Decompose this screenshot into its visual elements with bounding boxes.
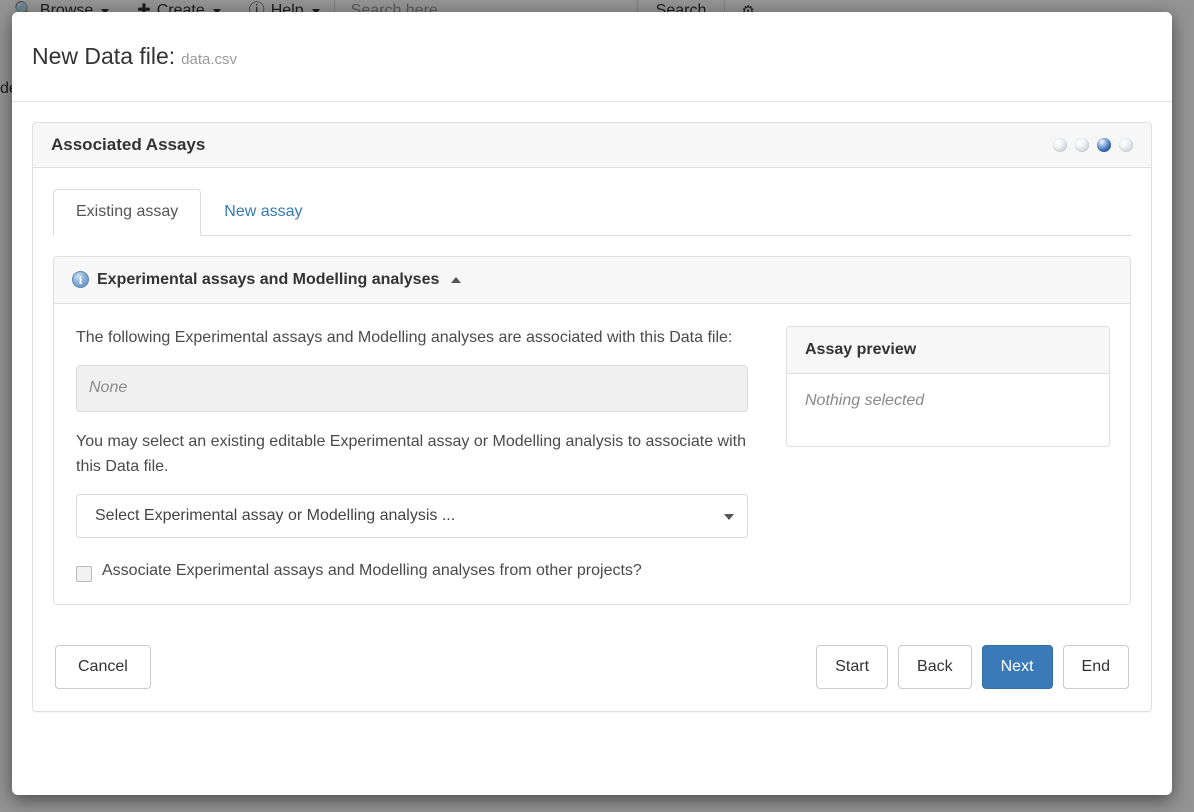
wizard-footer: Cancel Start Back Next End xyxy=(33,625,1151,711)
modal-body: Associated Assays Existing assay New ass… xyxy=(12,102,1172,732)
cancel-button[interactable]: Cancel xyxy=(55,645,151,689)
other-projects-checkbox[interactable] xyxy=(76,566,92,582)
step-dot-2[interactable] xyxy=(1075,138,1089,152)
tab-new-assay[interactable]: New assay xyxy=(201,189,325,236)
modal-title-text: New Data file: xyxy=(32,43,175,69)
step-dot-1[interactable] xyxy=(1053,138,1067,152)
assay-preview-title: Assay preview xyxy=(787,327,1109,374)
assay-tabs: Existing assay New assay xyxy=(53,188,1131,236)
assay-select[interactable]: Select Experimental assay or Modelling a… xyxy=(76,494,748,538)
experimental-assays-panel-title: Experimental assays and Modelling analys… xyxy=(97,271,439,289)
associated-assays-value: None xyxy=(76,365,748,412)
back-button[interactable]: Back xyxy=(898,645,972,689)
panel-body: Existing assay New assay i Experimental … xyxy=(33,168,1151,625)
end-button[interactable]: End xyxy=(1063,645,1129,689)
modal-filename: data.csv xyxy=(181,51,237,68)
other-projects-checkbox-label[interactable]: Associate Experimental assays and Modell… xyxy=(102,562,642,580)
assay-preview-column: Assay preview Nothing selected xyxy=(786,326,1110,582)
new-data-file-modal: New Data file: data.csv Associated Assays… xyxy=(12,12,1172,795)
assay-preview-empty-text: Nothing selected xyxy=(787,374,1109,446)
panel-title: Associated Assays xyxy=(51,135,205,155)
info-icon: i xyxy=(72,271,89,288)
step-dot-3-active[interactable] xyxy=(1097,138,1111,152)
assay-select-wrapper: Select Experimental assay or Modelling a… xyxy=(76,494,748,538)
assay-selection-column: The following Experimental assays and Mo… xyxy=(76,326,748,582)
step-dot-4[interactable] xyxy=(1119,138,1133,152)
wizard-nav-buttons: Start Back Next End xyxy=(816,645,1129,689)
panel-heading: Associated Assays xyxy=(33,123,1151,168)
next-button[interactable]: Next xyxy=(982,645,1053,689)
experimental-assays-panel-body: The following Experimental assays and Mo… xyxy=(54,304,1130,604)
caret-up-icon[interactable] xyxy=(451,277,461,283)
assay-preview-panel: Assay preview Nothing selected xyxy=(786,326,1110,447)
associated-assays-panel: Associated Assays Existing assay New ass… xyxy=(32,122,1152,712)
select-help-text: You may select an existing editable Expe… xyxy=(76,430,748,480)
page-title: New Data file: data.csv xyxy=(32,45,237,68)
other-projects-checkbox-row: Associate Experimental assays and Modell… xyxy=(76,562,748,582)
modal-header: New Data file: data.csv xyxy=(12,12,1172,102)
start-button[interactable]: Start xyxy=(816,645,888,689)
associated-intro-text: The following Experimental assays and Mo… xyxy=(76,326,748,351)
tab-existing-assay[interactable]: Existing assay xyxy=(53,189,201,236)
experimental-assays-panel: i Experimental assays and Modelling anal… xyxy=(53,256,1131,605)
wizard-step-indicator xyxy=(1053,138,1133,152)
experimental-assays-panel-heading[interactable]: i Experimental assays and Modelling anal… xyxy=(54,257,1130,304)
